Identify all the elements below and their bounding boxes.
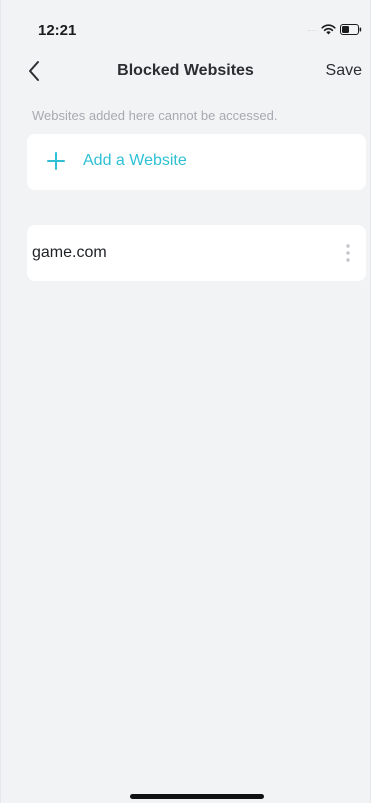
status-time: 12:21 <box>38 22 77 39</box>
battery-icon <box>340 24 362 35</box>
home-indicator[interactable] <box>130 794 264 799</box>
more-vertical-icon[interactable] <box>340 241 356 265</box>
hint-text: Websites added here cannot be accessed. <box>32 108 278 123</box>
save-button[interactable]: Save <box>326 62 362 80</box>
navigation-bar: Blocked Websites Save <box>1 52 370 92</box>
add-website-label: Add a Website <box>83 152 187 169</box>
signal-icon: .... <box>307 25 317 33</box>
blocked-websites-screen: 12:21 .... Blocked Websites Save Website… <box>0 0 371 803</box>
plus-icon <box>47 152 65 170</box>
wifi-icon <box>321 24 336 35</box>
status-indicators: .... <box>307 24 362 35</box>
status-bar: 12:21 .... <box>1 0 370 44</box>
website-name: game.com <box>32 244 107 261</box>
page-title: Blocked Websites <box>117 62 254 79</box>
add-website-button[interactable]: Add a Website <box>27 134 366 190</box>
list-item[interactable]: game.com <box>27 225 366 281</box>
